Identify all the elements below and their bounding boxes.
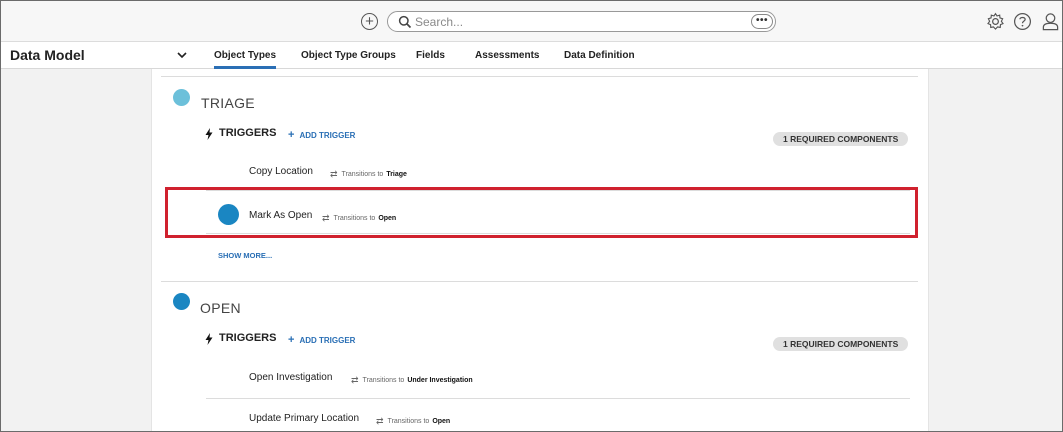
transition-arrows-icon: ⇄	[376, 416, 384, 426]
state-color-dot	[173, 89, 190, 106]
tab-object-types[interactable]: Object Types	[214, 50, 277, 69]
page-title: Data Model	[10, 47, 85, 63]
state-color-dot	[173, 293, 190, 310]
nav-bar: Data Model Object Types Object Type Grou…	[1, 42, 1062, 69]
gear-icon[interactable]	[986, 12, 1005, 31]
divider	[161, 281, 918, 282]
plus-icon: +	[288, 334, 295, 346]
tab-object-type-groups[interactable]: Object Type Groups	[301, 50, 396, 61]
tab-data-definition[interactable]: Data Definition	[564, 50, 635, 61]
transition-target: Triage	[386, 171, 407, 178]
chevron-down-icon[interactable]	[177, 51, 187, 59]
transition-target: Under Investigation	[407, 377, 473, 384]
search-icon	[398, 15, 412, 29]
transition-text: Transitions to	[362, 377, 405, 384]
transition-text: Transitions to	[341, 171, 384, 178]
divider	[206, 398, 910, 399]
add-trigger-button[interactable]: + ADD TRIGGER	[288, 334, 355, 346]
required-components-badge: 1 REQUIRED COMPONENTS	[773, 132, 909, 146]
plus-icon: +	[288, 129, 295, 141]
tab-fields[interactable]: Fields	[416, 50, 445, 61]
help-icon[interactable]	[1013, 12, 1032, 31]
trigger-transition: ⇄ Transitions to Triage	[330, 169, 407, 180]
top-bar: + Search... •••	[1, 1, 1062, 42]
transition-text: Transitions to	[387, 418, 430, 425]
transition-arrows-icon: ⇄	[330, 169, 338, 179]
trigger-name[interactable]: Copy Location	[249, 166, 313, 177]
search-input[interactable]: Search... •••	[387, 11, 776, 32]
plus-circle-icon[interactable]: +	[361, 13, 378, 30]
triggers-label: TRIGGERS	[219, 127, 277, 139]
transition-target: Open	[432, 418, 451, 425]
transition-arrows-icon: ⇄	[351, 375, 359, 385]
add-trigger-button[interactable]: + ADD TRIGGER	[288, 129, 355, 141]
show-more-link[interactable]: SHOW MORE...	[218, 251, 272, 260]
app-window: + Search... ••• Data Model Object Types …	[0, 0, 1063, 432]
required-components-badge: 1 REQUIRED COMPONENTS	[773, 337, 909, 351]
divider	[161, 76, 918, 77]
trigger-transition: ⇄ Transitions to Open	[376, 416, 450, 427]
state-title-open: OPEN	[200, 300, 241, 316]
trigger-name[interactable]: Open Investigation	[249, 372, 332, 383]
user-icon[interactable]	[1041, 12, 1060, 31]
trigger-transition: ⇄ Transitions to Under Investigation	[351, 375, 473, 386]
trigger-name[interactable]: Update Primary Location	[249, 413, 359, 424]
state-title-triage: TRIAGE	[201, 95, 255, 111]
tab-assessments[interactable]: Assessments	[475, 50, 539, 61]
search-placeholder: Search...	[415, 15, 464, 29]
more-options-button[interactable]: •••	[751, 14, 773, 29]
lightning-icon	[205, 128, 213, 140]
add-trigger-label: ADD TRIGGER	[299, 336, 356, 345]
triggers-label: TRIGGERS	[219, 332, 277, 344]
highlight-box	[165, 187, 918, 238]
lightning-icon	[205, 333, 213, 345]
add-trigger-label: ADD TRIGGER	[299, 131, 356, 140]
